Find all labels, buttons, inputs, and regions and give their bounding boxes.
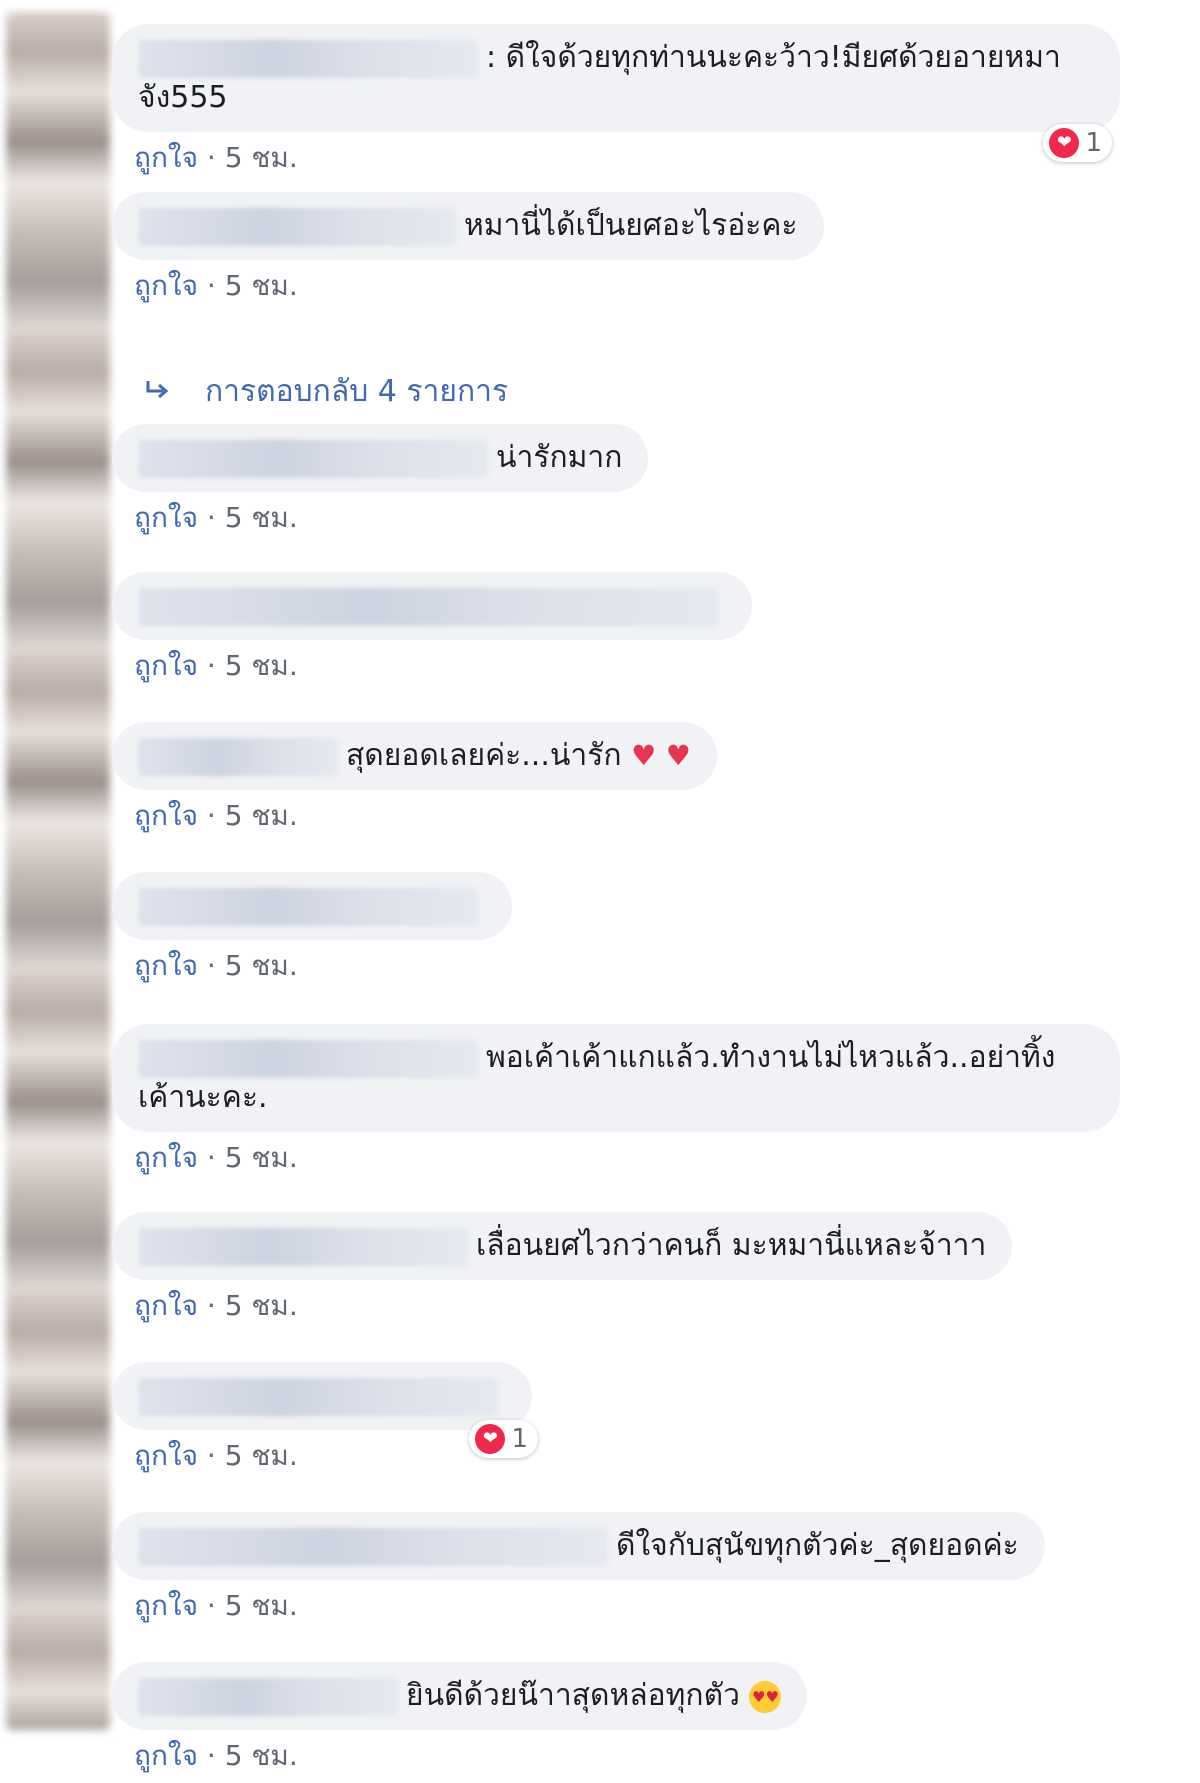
like-link[interactable]: ถูกใจ — [134, 1439, 198, 1472]
comment-item: ถูกใจ · 5 ชม. — [112, 572, 752, 684]
comment-time: · 5 ชม. — [206, 1141, 298, 1174]
comment-time: · 5 ชม. — [206, 949, 298, 982]
comment-time: · 5 ชม. — [206, 649, 298, 682]
comment-item: น่ารักมาก ถูกใจ · 5 ชม. — [112, 424, 649, 536]
comment-item: สุดยอดเลยค่ะ...น่ารัก ♥ ♥ ถูกใจ · 5 ชม. — [112, 722, 717, 834]
heart-emoji-icon: ♥ — [631, 739, 657, 772]
blurred-username[interactable] — [138, 39, 478, 78]
reaction-count: 1 — [1085, 128, 1102, 158]
comment-meta: ถูกใจ · 5 ชม. — [134, 948, 512, 984]
blurred-username[interactable] — [138, 587, 718, 626]
like-link[interactable]: ถูกใจ — [134, 141, 198, 174]
comment-meta: ถูกใจ · 5 ชม. — [134, 268, 824, 304]
comment-bubble — [112, 572, 752, 640]
comment-bubble: น่ารักมาก — [112, 424, 649, 492]
comment-bubble: ยินดีด้วยน๊าาสุดหล่อทุกตัว ♥♥ — [112, 1662, 808, 1730]
reaction-badge[interactable]: ❤ 1 — [469, 1420, 538, 1458]
blurred-username[interactable] — [138, 1377, 498, 1416]
comment-item: ยินดีด้วยน๊าาสุดหล่อทุกตัว ♥♥ ถูกใจ · 5 … — [112, 1662, 808, 1774]
comment-item: เลื่อนยศไวกว่าคนก็ มะหมานี่แหละจ้าาา ถูก… — [112, 1212, 1013, 1324]
comment-time: · 5 ชม. — [206, 269, 298, 302]
like-link[interactable]: ถูกใจ — [134, 1739, 198, 1772]
comment-meta: ถูกใจ · 5 ชม. — [134, 500, 648, 536]
comment-item: ดีใจกับสุนัขทุกตัวค่ะ_สุดยอดค่ะ ถูกใจ · … — [112, 1512, 1045, 1624]
comment-bubble: เลื่อนยศไวกว่าคนก็ มะหมานี่แหละจ้าาา — [112, 1212, 1013, 1280]
comment-time: · 5 ชม. — [206, 501, 298, 534]
comment-item: ❤ 1 ถูกใจ · 5 ชม. — [112, 1362, 538, 1474]
comment-bubble: ดีใจกับสุนัขทุกตัวค่ะ_สุดยอดค่ะ — [112, 1512, 1045, 1580]
blurred-username[interactable] — [138, 737, 338, 776]
comment-time: · 5 ชม. — [206, 1739, 298, 1772]
replies-label: การตอบกลับ 4 รายการ — [205, 374, 509, 409]
comment-text: สุดยอดเลยค่ะ...น่ารัก — [346, 738, 622, 773]
heart-reaction-icon: ❤ — [1049, 128, 1080, 158]
like-link[interactable]: ถูกใจ — [134, 1289, 198, 1322]
heart-eyes-emoji-icon: ♥♥ — [749, 1680, 782, 1713]
comment-time: · 5 ชม. — [206, 1289, 298, 1322]
like-link[interactable]: ถูกใจ — [134, 649, 198, 682]
comment-time: · 5 ชม. — [206, 141, 298, 174]
like-link[interactable]: ถูกใจ — [134, 799, 198, 832]
blurred-username[interactable] — [138, 1227, 468, 1266]
reaction-count: 1 — [511, 1424, 528, 1454]
comment-time: · 5 ชม. — [206, 799, 298, 832]
blurred-username[interactable] — [138, 887, 478, 926]
comment-meta: ถูกใจ · 5 ชม. — [134, 1288, 1012, 1324]
reply-arrow-icon — [145, 374, 171, 409]
comment-bubble — [112, 872, 512, 940]
comment-bubble: : ดีใจด้วยทุกท่านนะคะว้าว!มียศด้วยอายหมา… — [112, 24, 1120, 162]
comment-meta: ถูกใจ · 5 ชม. — [134, 1140, 1120, 1176]
comment-meta: ถูกใจ · 5 ชม. — [134, 1588, 1045, 1624]
blurred-username[interactable] — [138, 1527, 608, 1566]
comment-item: พอเค้าเค้าแกแล้ว.ทำงานไม่ไหวแล้ว..อย่าทิ… — [112, 1024, 1120, 1176]
comment-text: น่ารักมาก — [496, 440, 623, 475]
heart-emoji-icon: ♥ — [665, 739, 691, 772]
comment-item: : ดีใจด้วยทุกท่านนะคะว้าว!มียศด้วยอายหมา… — [112, 24, 1120, 176]
comment-text: ยินดีด้วยน๊าาสุดหล่อทุกตัว — [406, 1678, 740, 1713]
comment-text: ดีใจกับสุนัขทุกตัวค่ะ_สุดยอดค่ะ — [616, 1528, 1019, 1563]
comment-meta: ถูกใจ · 5 ชม. — [134, 1738, 807, 1774]
blurred-username[interactable] — [138, 207, 456, 246]
comment-time: · 5 ชม. — [206, 1589, 298, 1622]
comment-text: หมานี่ได้เป็นยศอะไรอ่ะคะ — [464, 208, 798, 243]
like-link[interactable]: ถูกใจ — [134, 269, 198, 302]
comment-bubble: พอเค้าเค้าแกแล้ว.ทำงานไม่ไหวแล้ว..อย่าทิ… — [112, 1024, 1120, 1132]
comment-meta: ถูกใจ · 5 ชม. — [134, 140, 1120, 176]
comment-item: หมานี่ได้เป็นยศอะไรอ่ะคะ ถูกใจ · 5 ชม. — [112, 192, 824, 304]
like-link[interactable]: ถูกใจ — [134, 1141, 198, 1174]
blurred-username[interactable] — [138, 439, 488, 478]
like-link[interactable]: ถูกใจ — [134, 501, 198, 534]
comment-bubble: สุดยอดเลยค่ะ...น่ารัก ♥ ♥ — [112, 722, 717, 790]
comment-bubble: ❤ 1 — [112, 1362, 538, 1458]
comment-text: เลื่อนยศไวกว่าคนก็ มะหมานี่แหละจ้าาา — [476, 1228, 987, 1263]
comment-bubble: หมานี่ได้เป็นยศอะไรอ่ะคะ — [112, 192, 824, 260]
comment-item: ถูกใจ · 5 ชม. — [112, 872, 512, 984]
reaction-badge[interactable]: ❤ 1 — [1043, 124, 1112, 162]
like-link[interactable]: ถูกใจ — [134, 1589, 198, 1622]
view-replies-link[interactable]: การตอบกลับ 4 รายการ — [145, 368, 508, 415]
comment-meta: ถูกใจ · 5 ชม. — [134, 798, 717, 834]
blurred-avatar-column — [6, 12, 110, 1730]
comment-time: · 5 ชม. — [206, 1439, 298, 1472]
blurred-username[interactable] — [138, 1677, 398, 1716]
like-link[interactable]: ถูกใจ — [134, 949, 198, 982]
heart-reaction-icon: ❤ — [475, 1424, 506, 1454]
comment-meta: ถูกใจ · 5 ชม. — [134, 648, 752, 684]
blurred-username[interactable] — [138, 1039, 478, 1078]
